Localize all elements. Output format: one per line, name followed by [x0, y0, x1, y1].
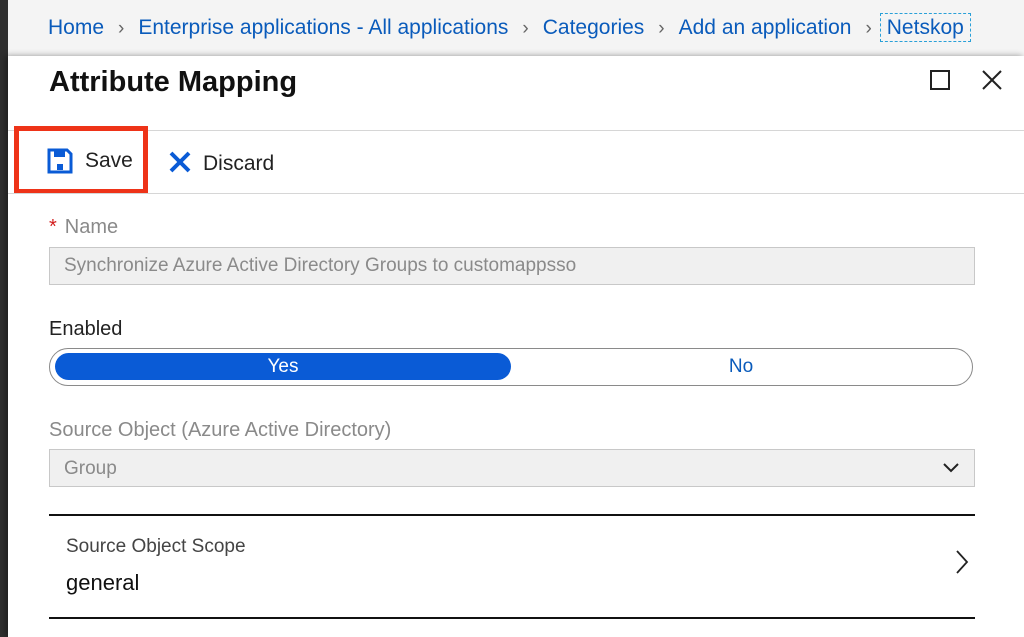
discard-x-icon [169, 151, 191, 173]
background-edge [0, 0, 8, 637]
save-label: Save [85, 149, 133, 172]
enabled-label: Enabled [49, 318, 123, 340]
maximize-icon[interactable] [930, 70, 950, 90]
breadcrumb-enterprise-applications[interactable]: Enterprise applications - All applicatio… [138, 16, 508, 39]
enabled-yes-option[interactable]: Yes [55, 353, 511, 380]
save-button[interactable]: Save [14, 126, 148, 194]
enabled-toggle: Yes No [49, 348, 973, 386]
breadcrumb-add-application[interactable]: Add an application [679, 16, 852, 39]
source-object-label: Source Object (Azure Active Directory) [49, 419, 392, 441]
discard-button[interactable]: Discard [168, 131, 298, 193]
source-object-value: Group [64, 458, 117, 479]
breadcrumb-home[interactable]: Home [48, 16, 104, 39]
enabled-no-option[interactable]: No [514, 353, 968, 380]
divider [49, 617, 975, 619]
blade-title: Attribute Mapping [49, 66, 298, 98]
close-icon[interactable] [980, 68, 1004, 92]
required-marker: * [49, 216, 57, 238]
chevron-right-icon: › [658, 18, 665, 39]
chevron-right-icon: › [118, 18, 125, 39]
source-object-scope-label: Source Object Scope [66, 536, 246, 557]
breadcrumb-current[interactable]: Netskop [879, 13, 971, 42]
toolbar: Save Discard [8, 126, 1024, 194]
source-object-dropdown[interactable]: Group [49, 449, 975, 487]
discard-label: Discard [203, 152, 275, 175]
floppy-disk-icon [47, 148, 73, 174]
breadcrumb: Home › Enterprise applications - All appli… [8, 0, 1024, 56]
source-object-scope-value: general [66, 570, 140, 595]
name-label-text: Name [64, 216, 119, 238]
chevron-right-icon: › [522, 18, 529, 39]
attribute-mapping-blade: Attribute Mapping Save Discard * Name Ena… [8, 56, 1024, 637]
divider [8, 193, 1024, 194]
breadcrumb-categories[interactable]: Categories [543, 16, 645, 39]
chevron-right-icon [956, 550, 969, 574]
name-label: * Name [49, 216, 118, 239]
chevron-down-icon [943, 463, 959, 473]
name-field[interactable] [49, 247, 975, 285]
source-object-scope-row[interactable]: Source Object Scope general [49, 516, 975, 617]
chevron-right-icon: › [865, 18, 872, 39]
